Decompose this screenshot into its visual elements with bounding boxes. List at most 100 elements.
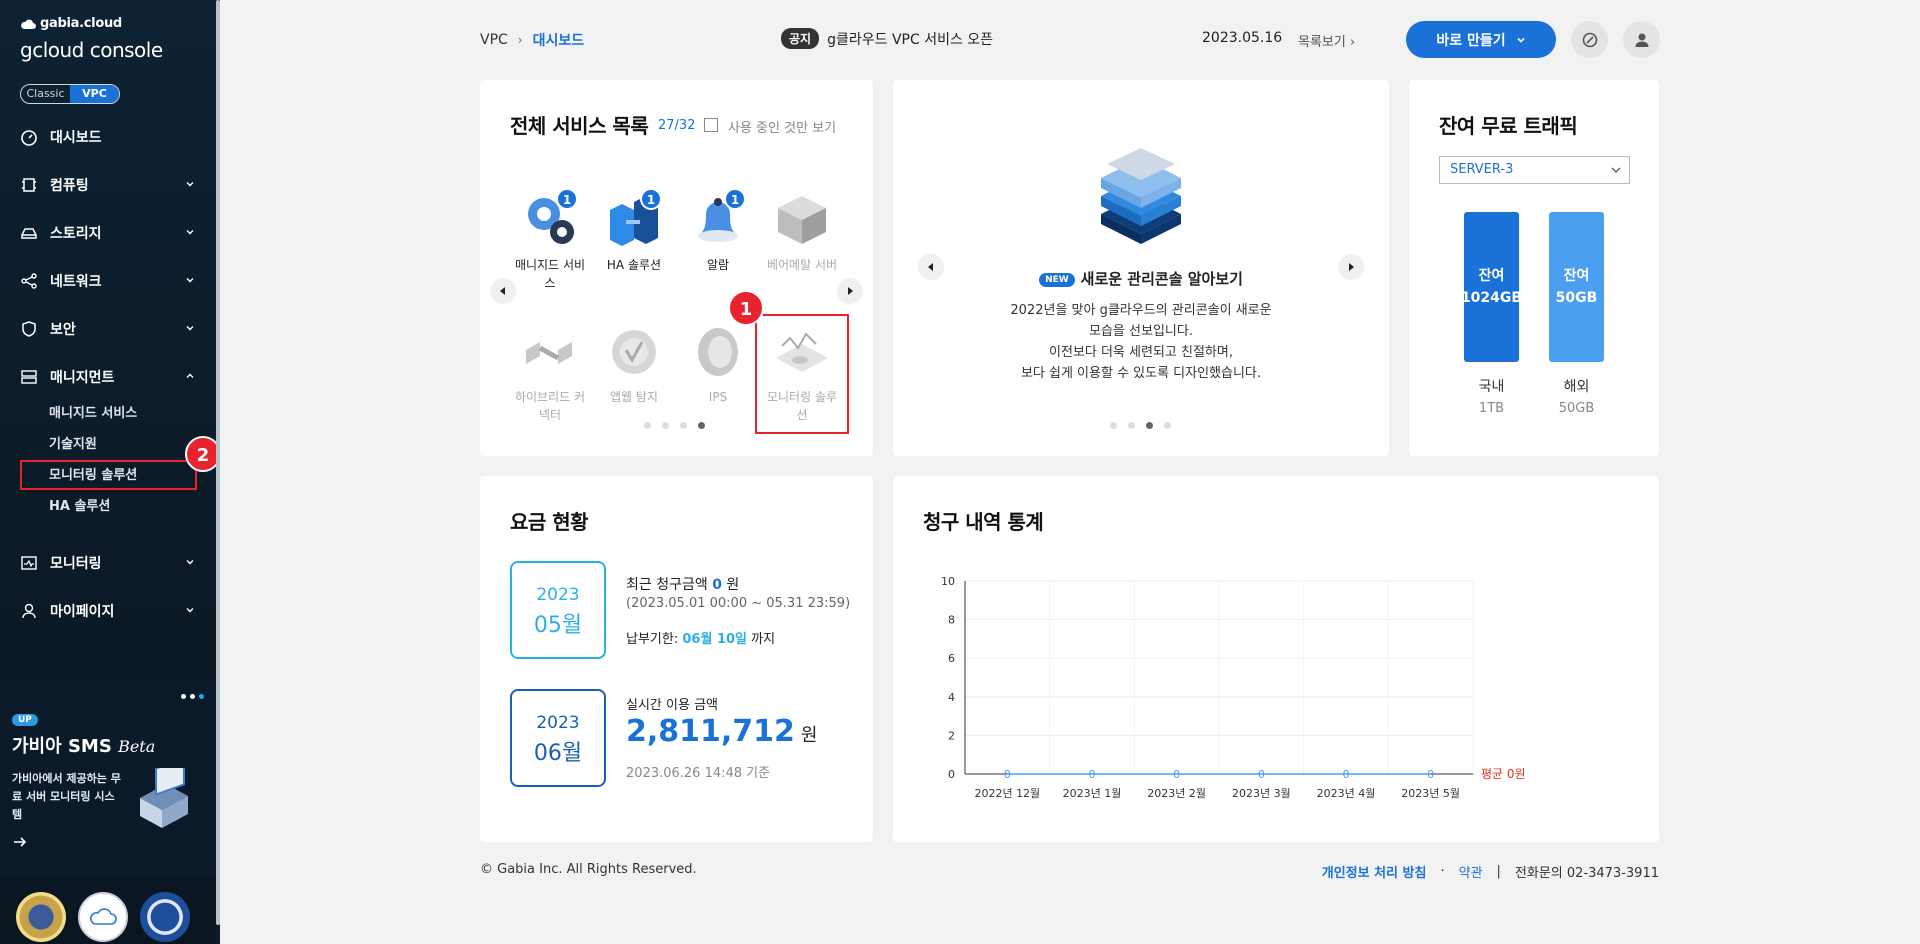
bar-top-label: 잔여: [1478, 268, 1505, 284]
month-year: 2023: [536, 585, 580, 605]
realtime-label: 실시간 이용 금액: [626, 698, 718, 713]
realtime-amount: 2,811,712 원: [626, 714, 818, 749]
month-month: 06월: [533, 741, 583, 766]
user-icon: [1635, 33, 1648, 47]
breadcrumb-root[interactable]: VPC: [480, 32, 508, 48]
billing-month-box: 2023 05월: [510, 561, 606, 659]
feedback-button[interactable]: [1571, 21, 1608, 58]
sidebar-item-label: 스토리지: [50, 226, 102, 242]
sidebar-item-label: 마이페이지: [50, 604, 115, 620]
ips-icon[interactable]: [686, 320, 750, 384]
service-webapp[interactable]: 앱웹 탐지: [594, 388, 674, 406]
sidebar-item-monitoring[interactable]: 모니터링: [0, 546, 216, 580]
notice-more-link[interactable]: 목록보기 ›: [1298, 31, 1355, 50]
notice-date: 2023.05.16: [1202, 30, 1283, 46]
server-select[interactable]: SERVER-3: [1439, 156, 1630, 184]
chevron-down-icon: [186, 230, 194, 235]
promo-pager[interactable]: [181, 694, 204, 699]
hybrid-connector-icon[interactable]: [518, 320, 582, 384]
baremetal-server-icon[interactable]: [770, 188, 834, 252]
services-pager[interactable]: [644, 422, 705, 429]
data-label: 0: [1173, 768, 1180, 781]
news-pager[interactable]: [1110, 422, 1171, 429]
x-tick-label: 2023년 5월: [1401, 787, 1460, 800]
services-prev-button[interactable]: [490, 278, 516, 304]
sidebar-item-dashboard[interactable]: 대시보드: [0, 120, 216, 154]
chevron-down-icon: [186, 182, 194, 187]
data-label: 0: [1258, 768, 1265, 781]
profile-button[interactable]: [1623, 21, 1660, 58]
network-icon: [20, 272, 38, 290]
service-ha[interactable]: HA 솔루션: [594, 256, 674, 274]
callout-badge: 1: [728, 290, 764, 326]
sidebar-item-computing[interactable]: 컴퓨팅: [0, 168, 216, 202]
notice-tag: 공지: [781, 28, 820, 49]
bar-value: 1024GB: [1460, 290, 1523, 306]
sidebar-item-network[interactable]: 네트워크: [0, 264, 216, 298]
callout-badge: 2: [185, 436, 216, 472]
sidebar-item-label: 보안: [50, 322, 76, 338]
sidebar-scrollbar[interactable]: [216, 0, 220, 944]
sidebar-sub-ha-solution[interactable]: HA 솔루션: [49, 495, 110, 514]
services-next-button[interactable]: [837, 278, 863, 304]
filter-checkbox-label[interactable]: 사용 중인 것만 보기: [728, 117, 836, 136]
promo-banner[interactable]: UP 가비아 SMS Beta 가비아에서 제공하는 무료 서버 모니터링 시스…: [0, 680, 216, 876]
filter-checkbox[interactable]: [704, 118, 718, 132]
brand-logo[interactable]: gabia.cloud: [20, 16, 122, 31]
sidebar-item-label: 모니터링: [50, 556, 102, 572]
bar-label: 국내: [1478, 379, 1505, 395]
recent-amount: 0: [712, 577, 722, 593]
billing-period: (2023.05.01 00:00 ~ 05.31 23:59): [626, 596, 851, 611]
x-tick-label: 2023년 3월: [1232, 787, 1291, 800]
chevron-down-icon: [1611, 167, 1621, 173]
brand-title: gcloud console: [20, 38, 163, 62]
realtime-month-box: 2023 06월: [510, 689, 606, 787]
x-tick-label: 2022년 12월: [974, 787, 1040, 800]
promo-beta: Beta: [118, 737, 156, 756]
chevron-right-icon: ›: [517, 33, 523, 47]
service-managed[interactable]: 매니지드 서비스: [510, 256, 590, 292]
month-year: 2023: [536, 713, 580, 733]
service-alarm[interactable]: 알람: [678, 256, 758, 274]
chevron-down-icon: [186, 608, 194, 613]
create-button[interactable]: 바로 만들기: [1406, 21, 1556, 58]
sidebar-sub-managed-service[interactable]: 매니지드 서비스: [49, 402, 137, 421]
mode-vpc[interactable]: VPC: [70, 85, 119, 103]
notice-text[interactable]: g클라우드 VPC 서비스 오픈: [827, 29, 993, 49]
sidebar-item-security[interactable]: 보안: [0, 312, 216, 346]
caret-right-icon: [848, 287, 853, 295]
news-card[interactable]: NEW 새로운 관리콘솔 알아보기 2022년을 맞아 g클라우드의 관리콘솔이 …: [893, 80, 1389, 456]
recent-billing-label: 최근 청구금액 0 원: [626, 577, 740, 593]
breadcrumb: VPC › 대시보드: [480, 30, 584, 50]
news-title-text: 새로운 관리콘솔 알아보기: [1080, 270, 1243, 288]
sidebar-item-storage[interactable]: 스토리지: [0, 216, 216, 250]
notice[interactable]: 공지 g클라우드 VPC 서비스 오픈: [781, 28, 993, 49]
service-ips[interactable]: IPS: [678, 388, 758, 406]
sidebar-item-mypage[interactable]: 마이페이지: [0, 594, 216, 628]
bar-value: 50GB: [1555, 290, 1598, 306]
sidebar-sub-tech-support[interactable]: 기술지원: [49, 433, 97, 452]
bar-total: 1TB: [1478, 401, 1505, 416]
highlight-box: [755, 314, 849, 434]
service-baremetal[interactable]: 베어메탈 서버: [762, 256, 842, 274]
news-title: NEW 새로운 관리콘솔 알아보기: [893, 268, 1389, 289]
sidebar-item-management[interactable]: 매니지먼트: [0, 360, 216, 394]
arrow-right-icon[interactable]: [12, 834, 28, 850]
terms-link[interactable]: 약관: [1459, 862, 1483, 881]
sidebar-item-label: 대시보드: [50, 130, 102, 146]
mode-classic[interactable]: Classic: [21, 85, 70, 103]
mode-toggle[interactable]: Classic VPC: [20, 84, 120, 104]
services-badge: 1: [724, 188, 746, 210]
brand-small-text: gabia.cloud: [40, 16, 122, 31]
promo-title: 가비아 SMS Beta: [12, 732, 155, 758]
chevron-up-icon: [186, 373, 194, 378]
data-label: 0: [1004, 768, 1011, 781]
webapp-detect-icon[interactable]: [602, 320, 666, 384]
bar-label: 해외: [1563, 379, 1590, 395]
phone-info: 전화문의 02-3473-3911: [1514, 866, 1659, 881]
caret-left-icon: [500, 287, 505, 295]
privacy-link[interactable]: 개인정보 처리 방침: [1322, 862, 1427, 881]
service-hybrid[interactable]: 하이브리드 커넥터: [510, 388, 590, 424]
y-tick-label: 10: [941, 575, 955, 588]
month-month: 05월: [533, 613, 583, 638]
